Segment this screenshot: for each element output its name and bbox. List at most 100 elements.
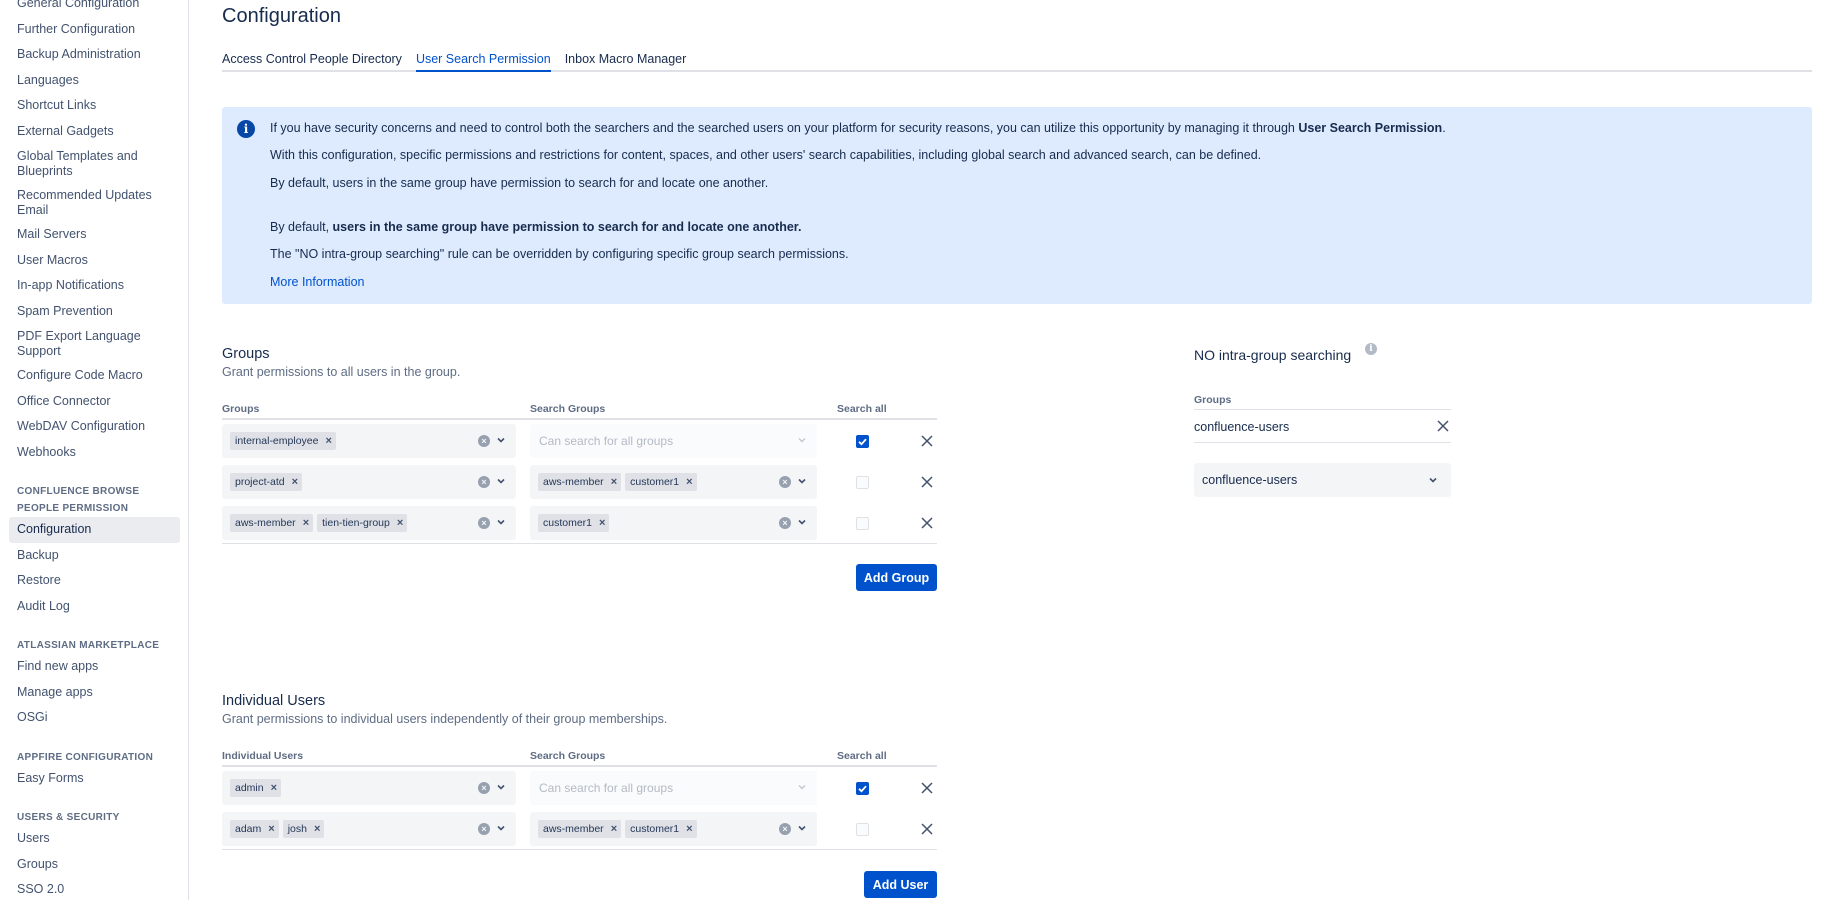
sidebar-item[interactable]: Groups xyxy=(0,852,188,878)
multi-select[interactable]: internal-employee × × xyxy=(222,424,516,458)
sidebar-heading: APPFIRE CONFIGURATION xyxy=(17,751,154,763)
tab[interactable]: Inbox Macro Manager xyxy=(565,48,687,72)
sidebar-item[interactable]: OSGi xyxy=(0,705,188,731)
search-all-checkbox[interactable] xyxy=(856,476,869,489)
chevron-down-icon xyxy=(798,438,806,443)
search-all-checkbox[interactable] xyxy=(856,782,869,795)
sidebar-item[interactable]: Office Connector xyxy=(0,389,188,415)
tag-label: customer1 xyxy=(543,517,593,529)
search-all-checkbox[interactable] xyxy=(856,517,869,530)
search-all-checkbox[interactable] xyxy=(856,435,869,448)
sidebar-item[interactable]: Backup xyxy=(0,543,188,569)
chip-list: aws-member × customer1 × xyxy=(538,465,697,499)
clear-icon[interactable]: × xyxy=(779,517,791,529)
tab-bar: Access Control People Directory User Sear… xyxy=(222,48,1812,72)
chip-list: aws-member × customer1 × xyxy=(538,812,697,846)
sidebar-item[interactable]: Restore xyxy=(0,568,188,594)
tab[interactable]: Access Control People Directory xyxy=(222,48,402,72)
sidebar-item[interactable]: Recommended Updates Email xyxy=(0,183,188,222)
multi-select[interactable]: project-atd × × xyxy=(222,465,516,499)
add-group-button[interactable]: Add Group xyxy=(856,564,937,591)
multi-select[interactable]: admin × × xyxy=(222,771,516,805)
sidebar-item[interactable]: Mail Servers xyxy=(0,222,188,248)
groups-col-groups: Groups xyxy=(222,403,260,415)
search-all-checkbox[interactable] xyxy=(856,823,869,836)
sidebar-item[interactable]: Spam Prevention xyxy=(0,299,188,325)
chevron-down-icon[interactable] xyxy=(494,433,508,447)
sidebar-item[interactable]: Global Templates and Blueprints xyxy=(0,144,188,183)
multi-select[interactable]: adam × josh × × xyxy=(222,812,516,846)
delete-row-icon[interactable] xyxy=(919,821,935,837)
sidebar-item[interactable]: In-app Notifications xyxy=(0,273,188,299)
no-intra-group-select[interactable]: confluence-users xyxy=(1194,463,1451,497)
tag-chip: customer1 × xyxy=(625,820,697,838)
clear-icon[interactable]: × xyxy=(779,823,791,835)
sidebar-item[interactable]: General Configuration xyxy=(0,0,188,17)
remove-tag-icon[interactable]: × xyxy=(314,823,320,835)
remove-tag-icon[interactable]: × xyxy=(611,476,617,488)
remove-tag-icon[interactable]: × xyxy=(611,823,617,835)
sidebar-item[interactable]: Further Configuration xyxy=(0,17,188,43)
remove-tag-icon[interactable]: × xyxy=(271,782,277,794)
tag-label: aws-member xyxy=(543,823,604,835)
info-line-4: By default, users in the same group have… xyxy=(270,220,802,234)
chevron-down-icon[interactable] xyxy=(494,821,508,835)
remove-tag-icon[interactable]: × xyxy=(686,823,692,835)
sidebar-item[interactable]: SSO 2.0 xyxy=(0,877,188,900)
delete-row-icon[interactable] xyxy=(919,433,935,449)
sidebar-item[interactable]: Configure Code Macro xyxy=(0,363,188,389)
clear-icon[interactable]: × xyxy=(478,823,490,835)
help-icon[interactable]: i xyxy=(1365,343,1377,355)
multi-select[interactable]: aws-member × customer1 × × xyxy=(530,812,817,846)
remove-group-icon[interactable] xyxy=(1435,418,1451,434)
remove-tag-icon[interactable]: × xyxy=(268,823,274,835)
multi-select[interactable]: aws-member × tien-tien-group × × xyxy=(222,506,516,540)
multi-select[interactable]: customer1 × × xyxy=(530,506,817,540)
more-information-link[interactable]: More Information xyxy=(270,275,364,289)
sidebar-item[interactable]: Audit Log xyxy=(0,594,188,620)
groups-col-search-all: Search all xyxy=(837,403,887,415)
clear-icon[interactable]: × xyxy=(478,476,490,488)
sidebar-item[interactable]: WebDAV Configuration xyxy=(0,414,188,440)
clear-icon[interactable]: × xyxy=(779,476,791,488)
multi-select[interactable]: aws-member × customer1 × × xyxy=(530,465,817,499)
no-intra-select-value: confluence-users xyxy=(1202,473,1298,487)
sidebar-item[interactable]: Find new apps xyxy=(0,654,188,680)
remove-tag-icon[interactable]: × xyxy=(303,517,309,529)
clear-icon[interactable]: × xyxy=(478,782,490,794)
sidebar-item[interactable]: Easy Forms xyxy=(0,766,188,792)
sidebar-item[interactable]: PDF Export Language Support xyxy=(0,324,188,363)
sidebar-item[interactable]: Shortcut Links xyxy=(0,93,188,119)
clear-icon[interactable]: × xyxy=(478,435,490,447)
sidebar-item[interactable]: Configuration xyxy=(9,517,180,543)
remove-tag-icon[interactable]: × xyxy=(686,476,692,488)
sidebar-item[interactable]: Manage apps xyxy=(0,680,188,706)
table-row: admin × × Can search for all groups xyxy=(222,771,937,805)
chevron-down-icon[interactable] xyxy=(795,821,809,835)
info-line-2: With this configuration, specific permis… xyxy=(270,148,1262,162)
remove-tag-icon[interactable]: × xyxy=(292,476,298,488)
sidebar-item[interactable]: Webhooks xyxy=(0,440,188,466)
sidebar-item[interactable]: Users xyxy=(0,826,188,852)
add-user-button[interactable]: Add User xyxy=(864,871,937,898)
chevron-down-icon[interactable] xyxy=(494,780,508,794)
sidebar-item[interactable]: External Gadgets xyxy=(0,119,188,145)
sidebar-item[interactable]: Languages xyxy=(0,68,188,94)
sidebar-item[interactable]: Backup Administration xyxy=(0,42,188,68)
chevron-down-icon[interactable] xyxy=(494,474,508,488)
remove-tag-icon[interactable]: × xyxy=(599,517,605,529)
delete-row-icon[interactable] xyxy=(919,780,935,796)
row-gap xyxy=(222,808,937,809)
sidebar-item[interactable]: User Macros xyxy=(0,248,188,274)
remove-tag-icon[interactable]: × xyxy=(325,435,331,447)
remove-tag-icon[interactable]: × xyxy=(397,517,403,529)
delete-row-icon[interactable] xyxy=(919,515,935,531)
chevron-down-icon[interactable] xyxy=(494,515,508,529)
chevron-down-icon[interactable] xyxy=(795,515,809,529)
chevron-down-icon[interactable] xyxy=(795,474,809,488)
clear-icon[interactable]: × xyxy=(478,517,490,529)
tab[interactable]: User Search Permission xyxy=(415,48,551,72)
individual-col-users: Individual Users xyxy=(222,750,304,762)
delete-row-icon[interactable] xyxy=(919,474,935,490)
